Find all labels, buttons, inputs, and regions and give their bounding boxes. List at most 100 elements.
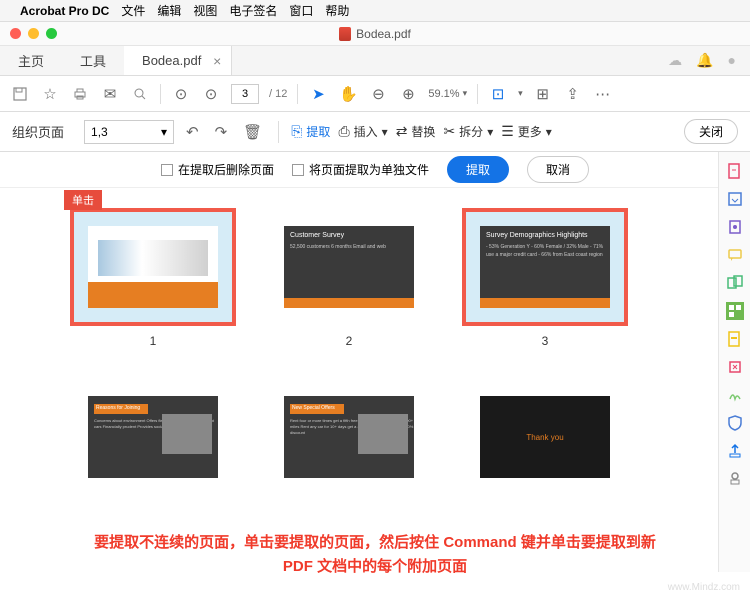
mail-icon[interactable]: ✉ xyxy=(100,84,120,104)
tab-doc-label: Bodea.pdf xyxy=(142,53,201,68)
split-action[interactable]: ✂ 拆分▾ xyxy=(443,123,493,140)
tab-bar: 主页 工具 Bodea.pdf × ☁ 🔔 ● xyxy=(0,46,750,76)
zoom-out-icon[interactable]: ⊖ xyxy=(368,84,388,104)
chevron-down-icon[interactable]: ▾ xyxy=(518,88,523,99)
watermark: www.Mindz.com xyxy=(668,582,740,593)
replace-action[interactable]: ⇄ 替换 xyxy=(396,123,436,140)
menu-icon: ☰ xyxy=(501,123,514,140)
instruction-caption: 要提取不连续的页面，单击要提取的页面，然后按住 Command 键并单击要提取到… xyxy=(0,531,750,579)
tab-close-icon[interactable]: × xyxy=(213,53,221,69)
trash-icon[interactable]: 🗑 xyxy=(239,123,266,141)
more-action[interactable]: ☰ 更多▾ xyxy=(501,123,552,140)
zoom-select[interactable]: 59.1%▾ xyxy=(428,88,467,100)
page-thumbnail-3[interactable]: Survey Demographics Highlights - 53% Gen… xyxy=(462,208,628,348)
page-selection-input[interactable]: 1,3▾ xyxy=(84,120,174,144)
tool-create-icon[interactable] xyxy=(726,162,744,180)
arrow-up-icon[interactable]: ⊙ xyxy=(171,84,191,104)
tool-organize-icon[interactable] xyxy=(726,302,744,320)
window-maximize-button[interactable] xyxy=(46,28,57,39)
more-icon[interactable]: ⋯ xyxy=(593,84,613,104)
cancel-button[interactable]: 取消 xyxy=(527,156,589,183)
tool-edit-icon[interactable] xyxy=(726,218,744,236)
app-name[interactable]: Acrobat Pro DC xyxy=(20,4,109,18)
thumbnail-image xyxy=(88,226,218,308)
delete-after-extract-checkbox[interactable]: 在提取后删除页面 xyxy=(161,161,274,178)
thumbnail-image: New Special Offers Rent four or more tim… xyxy=(284,396,414,478)
thumbnails-grid: 单击 1 Customer Survey 52,500 customers 6 … xyxy=(0,188,750,558)
rotate-cw-icon[interactable]: ↷ xyxy=(211,123,232,141)
scissors-icon: ✂ xyxy=(443,123,455,140)
page-total: / 12 xyxy=(269,88,287,100)
pdf-icon xyxy=(339,27,351,41)
tool-export-icon[interactable] xyxy=(726,190,744,208)
pointer-icon[interactable]: ➤ xyxy=(308,84,328,104)
tab-home[interactable]: 主页 xyxy=(0,46,62,75)
layout-icon[interactable]: ⊞ xyxy=(533,84,553,104)
extract-button[interactable]: 提取 xyxy=(447,156,509,183)
user-icon[interactable]: ● xyxy=(728,52,736,69)
tool-share-icon[interactable] xyxy=(726,442,744,460)
thumbnail-image: Customer Survey 52,500 customers 6 month… xyxy=(284,226,414,308)
hand-icon[interactable]: ✋ xyxy=(338,84,358,104)
save-icon[interactable] xyxy=(10,84,30,104)
page-thumbnail-1[interactable]: 单击 1 xyxy=(70,208,236,348)
checkbox-icon xyxy=(161,164,173,176)
page-thumbnail-2[interactable]: Customer Survey 52,500 customers 6 month… xyxy=(266,208,432,348)
main-toolbar: ☆ ✉ ⊙ ⊙ / 12 ➤ ✋ ⊖ ⊕ 59.1%▾ ⊡ ▾ ⊞ ⇪ ⋯ xyxy=(0,76,750,112)
thumbnail-image: Reasons for Joining Concerns about envir… xyxy=(88,396,218,478)
page-number-input[interactable] xyxy=(231,84,259,104)
bell-icon[interactable]: 🔔 xyxy=(696,52,713,69)
tab-tools[interactable]: 工具 xyxy=(62,46,124,75)
cloud-icon[interactable]: ☁ xyxy=(668,52,682,69)
window-title: Bodea.pdf xyxy=(339,27,411,41)
menu-esign[interactable]: 电子签名 xyxy=(229,2,277,19)
organize-toolbar: 组织页面 1,3▾ ↶ ↷ 🗑 ⎘ 提取 ⎙ 插入▾ ⇄ 替换 ✂ 拆分▾ ☰ … xyxy=(0,112,750,152)
share-icon[interactable]: ⇪ xyxy=(563,84,583,104)
tool-sign-icon[interactable] xyxy=(726,386,744,404)
page-number: 2 xyxy=(346,334,353,348)
window-titlebar: Bodea.pdf xyxy=(0,22,750,46)
tool-redact-icon[interactable] xyxy=(726,330,744,348)
rotate-ccw-icon[interactable]: ↶ xyxy=(182,123,203,141)
window-minimize-button[interactable] xyxy=(28,28,39,39)
page-number: 3 xyxy=(542,334,549,348)
click-annotation: 单击 xyxy=(64,190,102,210)
window-close-button[interactable] xyxy=(10,28,21,39)
tool-stamp-icon[interactable] xyxy=(726,470,744,488)
right-tools-panel xyxy=(718,152,750,572)
panel-title: 组织页面 xyxy=(12,122,64,141)
doc-name: Bodea.pdf xyxy=(356,27,411,41)
menu-file[interactable]: 文件 xyxy=(121,2,145,19)
tool-protect-icon[interactable] xyxy=(726,414,744,432)
print-icon[interactable] xyxy=(70,84,90,104)
tab-document[interactable]: Bodea.pdf × xyxy=(124,46,232,75)
page-thumbnail-5[interactable]: New Special Offers Rent four or more tim… xyxy=(266,378,432,496)
thumbnail-image: Thank you xyxy=(480,396,610,478)
menu-edit[interactable]: 编辑 xyxy=(157,2,181,19)
thumbnail-image: Survey Demographics Highlights - 53% Gen… xyxy=(480,226,610,308)
tool-combine-icon[interactable] xyxy=(726,274,744,292)
traffic-lights xyxy=(10,28,57,39)
arrow-down-icon[interactable]: ⊙ xyxy=(201,84,221,104)
page-thumbnail-4[interactable]: Reasons for Joining Concerns about envir… xyxy=(70,378,236,496)
insert-action[interactable]: ⎙ 插入▾ xyxy=(338,123,387,140)
replace-icon: ⇄ xyxy=(396,123,408,140)
extract-separate-files-checkbox[interactable]: 将页面提取为单独文件 xyxy=(292,161,429,178)
menu-help[interactable]: 帮助 xyxy=(325,2,349,19)
zoom-in-icon[interactable]: ⊕ xyxy=(398,84,418,104)
star-icon[interactable]: ☆ xyxy=(40,84,60,104)
menu-window[interactable]: 窗口 xyxy=(289,2,313,19)
extract-action[interactable]: ⎘ 提取 xyxy=(291,123,330,140)
insert-icon: ⎙ xyxy=(338,123,349,140)
macos-menubar: Acrobat Pro DC 文件 编辑 视图 电子签名 窗口 帮助 xyxy=(0,0,750,22)
tool-compress-icon[interactable] xyxy=(726,358,744,376)
tool-comment-icon[interactable] xyxy=(726,246,744,264)
extract-icon: ⎘ xyxy=(291,123,302,140)
page-number: 1 xyxy=(150,334,157,348)
page-thumbnail-6[interactable]: Thank you xyxy=(462,378,628,496)
menu-view[interactable]: 视图 xyxy=(193,2,217,19)
fit-icon[interactable]: ⊡ xyxy=(488,84,508,104)
search-icon[interactable] xyxy=(130,84,150,104)
close-button[interactable]: 关闭 xyxy=(684,119,738,144)
extract-options-bar: 在提取后删除页面 将页面提取为单独文件 提取 取消 xyxy=(0,152,750,188)
